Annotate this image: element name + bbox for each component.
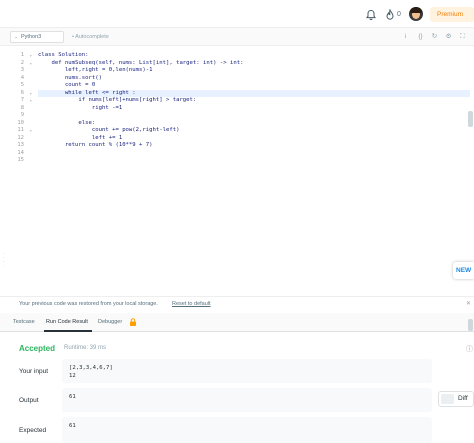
- line-number: 10: [17, 119, 24, 126]
- code-line[interactable]: else:: [38, 120, 470, 128]
- output-value: 61: [69, 394, 76, 400]
- bell-icon[interactable]: [365, 9, 377, 21]
- your-input-box: [2,3,3,4,6,7] 12: [62, 359, 432, 383]
- reset-to-default-link[interactable]: Reset to default: [172, 301, 211, 307]
- diff-label: Diff: [458, 395, 468, 402]
- fire-count: 0: [397, 11, 401, 18]
- toggle-knob: [441, 394, 454, 404]
- top-navbar: 0 Premium: [0, 0, 474, 28]
- code-line[interactable]: left,right = 0,len(nums)-1: [38, 67, 470, 75]
- code-editor[interactable]: 1 ▾ 2 ▾ 3 4 5 6 ▾ 7 ▾ 8 9 10 11 ▾ 12 13 14 15 class Solutio…: [0, 47, 474, 285]
- expected-value: 61: [69, 423, 76, 429]
- info-circle-icon[interactable]: ⓘ: [466, 344, 473, 354]
- expected-box: 61: [62, 417, 432, 443]
- info-icon[interactable]: i: [401, 32, 410, 41]
- code-line[interactable]: [38, 112, 470, 120]
- braces-icon[interactable]: {}: [416, 32, 425, 41]
- autocomplete-label: Autocomplete: [75, 34, 109, 40]
- output-label: Output: [19, 397, 39, 404]
- console-scrollbar[interactable]: [468, 319, 473, 331]
- code-line[interactable]: count += pow(2,right-left): [38, 127, 470, 135]
- autocomplete-toggle[interactable]: • Autocomplete: [72, 32, 109, 42]
- code-line[interactable]: count = 0: [38, 82, 470, 90]
- line-number: 9: [20, 112, 24, 118]
- line-number: 1 ▾: [20, 52, 32, 60]
- avatar-hair: [410, 7, 422, 13]
- fold-arrow-icon[interactable]: ▾: [30, 97, 32, 105]
- avatar[interactable]: [409, 7, 423, 21]
- output-box: 61: [62, 388, 432, 412]
- fold-arrow-icon[interactable]: ▾: [30, 60, 32, 68]
- console-tabs: Testcase Run Code Result Debugger: [0, 313, 474, 332]
- settings-icon[interactable]: ⚙: [444, 32, 453, 41]
- code-line[interactable]: nums.sort(): [38, 75, 470, 83]
- line-number: 14: [17, 149, 24, 156]
- active-tab-indicator: [44, 330, 92, 332]
- restore-message: Your previous code was restored from you…: [19, 301, 158, 307]
- line-number-gutter: 1 ▾ 2 ▾ 3 4 5 6 ▾ 7 ▾ 8 9 10 11 ▾ 12 13 14 15: [0, 52, 36, 165]
- line-number: 13: [17, 142, 24, 148]
- code-line[interactable]: [38, 157, 470, 165]
- run-result-panel: Accepted Runtime: 39 ms ⓘ Your input [2,…: [0, 333, 474, 443]
- premium-button[interactable]: Premium: [430, 7, 474, 22]
- code-content[interactable]: class Solution: def numSubseq(self, nums…: [38, 52, 470, 165]
- chevron-down-icon: ⌄: [14, 34, 19, 40]
- close-icon[interactable]: ✕: [466, 300, 471, 307]
- reset-icon[interactable]: ↻: [430, 32, 439, 41]
- code-line[interactable]: return count % (10**9 + 7): [38, 142, 470, 150]
- tab-debugger[interactable]: Debugger: [98, 319, 122, 325]
- fire-icon[interactable]: [385, 9, 395, 21]
- line-number: 2 ▾: [20, 59, 32, 68]
- tab-testcase[interactable]: Testcase: [13, 319, 35, 325]
- your-input-label: Your input: [19, 368, 49, 375]
- restore-notice: Your previous code was restored from you…: [0, 296, 474, 311]
- line-number: 5: [20, 82, 24, 88]
- result-status: Accepted: [19, 344, 56, 353]
- your-input-line: 12: [69, 373, 76, 379]
- line-number: 4: [20, 74, 24, 81]
- line-number: 12: [17, 134, 24, 141]
- tab-run-code-result[interactable]: Run Code Result: [46, 319, 88, 325]
- code-line[interactable]: class Solution:: [38, 52, 470, 60]
- expected-label: Expected: [19, 427, 47, 434]
- language-select[interactable]: ⌄ Python3: [10, 31, 64, 43]
- fold-arrow-icon[interactable]: ▾: [30, 52, 32, 60]
- line-number: 11 ▾: [17, 127, 32, 135]
- fold-arrow-icon[interactable]: ▾: [30, 127, 32, 135]
- fold-arrow-icon[interactable]: ▾: [30, 90, 32, 98]
- code-line[interactable]: if nums[left]+nums[right] > target:: [38, 97, 470, 105]
- code-line[interactable]: left += 1: [38, 135, 470, 143]
- line-number: 3: [20, 67, 24, 73]
- line-number: 6 ▾: [20, 89, 32, 98]
- lock-icon: [130, 318, 136, 326]
- code-line[interactable]: def numSubseq(self, nums: List[int], tar…: [38, 60, 470, 68]
- runtime-text: Runtime: 39 ms: [64, 345, 107, 351]
- your-input-line: [2,3,3,4,6,7]: [69, 365, 113, 371]
- new-feature-badge[interactable]: NEW: [453, 262, 474, 279]
- line-number: 7 ▾: [20, 97, 32, 105]
- expand-icon[interactable]: ⛶: [458, 32, 467, 41]
- code-line[interactable]: [38, 150, 470, 158]
- code-line[interactable]: while left <= right :: [38, 89, 470, 97]
- editor-toolbar: ⌄ Python3 • Autocomplete i {} ↻ ⚙ ⛶: [0, 28, 474, 46]
- language-select-value: Python3: [21, 34, 42, 40]
- line-number: 15: [17, 157, 24, 163]
- diff-toggle[interactable]: Diff: [438, 391, 474, 407]
- line-number: 8: [20, 104, 24, 111]
- editor-scrollbar[interactable]: [468, 111, 473, 127]
- code-line[interactable]: right -=1: [38, 105, 470, 113]
- drag-handle-icon[interactable]: · · · ·: [3, 252, 5, 272]
